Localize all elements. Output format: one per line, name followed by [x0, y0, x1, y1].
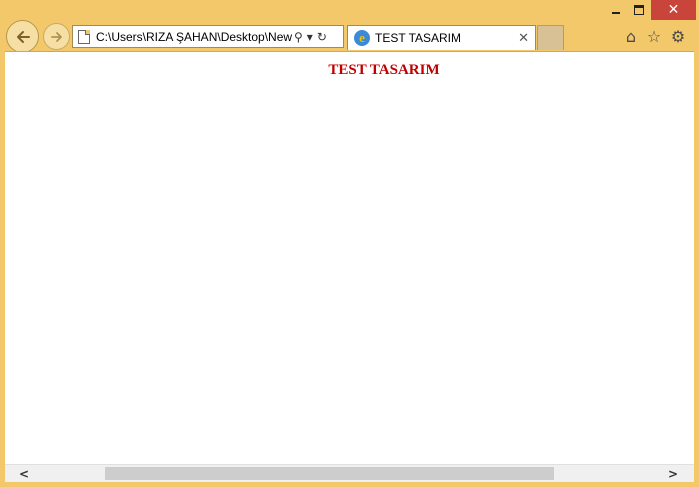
maximize-icon: [634, 5, 644, 15]
page-document-icon: [78, 29, 90, 44]
page-heading: TEST TASARIM: [328, 62, 440, 78]
scroll-left-icon[interactable]: <: [15, 465, 33, 482]
close-button[interactable]: ✕: [651, 0, 696, 20]
ie-favicon-icon: e: [354, 30, 370, 46]
refresh-icon[interactable]: ↻: [317, 30, 327, 44]
address-bar[interactable]: C:\Users\RIZA ŞAHAN\Desktop\New Te ⚲ ▾ ↻: [72, 25, 344, 48]
maximize-button[interactable]: [628, 0, 650, 20]
page-content: TEST TASARIM: [5, 51, 694, 465]
chevron-down-icon[interactable]: ▾: [307, 30, 313, 44]
tab-title: TEST TASARIM: [375, 31, 462, 45]
forward-button[interactable]: [43, 23, 70, 50]
home-icon[interactable]: ⌂: [621, 26, 641, 46]
close-icon: ✕: [667, 2, 680, 18]
tab-close-icon[interactable]: ✕: [518, 30, 529, 46]
back-button[interactable]: [6, 20, 39, 53]
new-tab-button[interactable]: [537, 25, 564, 50]
forward-arrow-icon: [50, 31, 62, 42]
address-url[interactable]: C:\Users\RIZA ŞAHAN\Desktop\New Te: [96, 30, 292, 44]
browser-window: ✕ C:\Users\RIZA ŞAHAN\Desktop\New Te ⚲ ▾…: [0, 0, 699, 487]
horizontal-scrollbar[interactable]: < >: [5, 464, 694, 482]
scrollbar-thumb[interactable]: [105, 467, 554, 480]
tab-test-tasarim[interactable]: e TEST TASARIM ✕: [347, 25, 536, 50]
search-icon[interactable]: ⚲: [294, 30, 303, 44]
favorites-star-icon[interactable]: ☆: [644, 26, 664, 46]
gear-icon[interactable]: ⚙: [668, 26, 688, 46]
minimize-icon: [612, 12, 620, 14]
back-arrow-icon: [16, 30, 30, 43]
minimize-button[interactable]: [604, 0, 628, 20]
scroll-right-icon[interactable]: >: [664, 465, 682, 482]
